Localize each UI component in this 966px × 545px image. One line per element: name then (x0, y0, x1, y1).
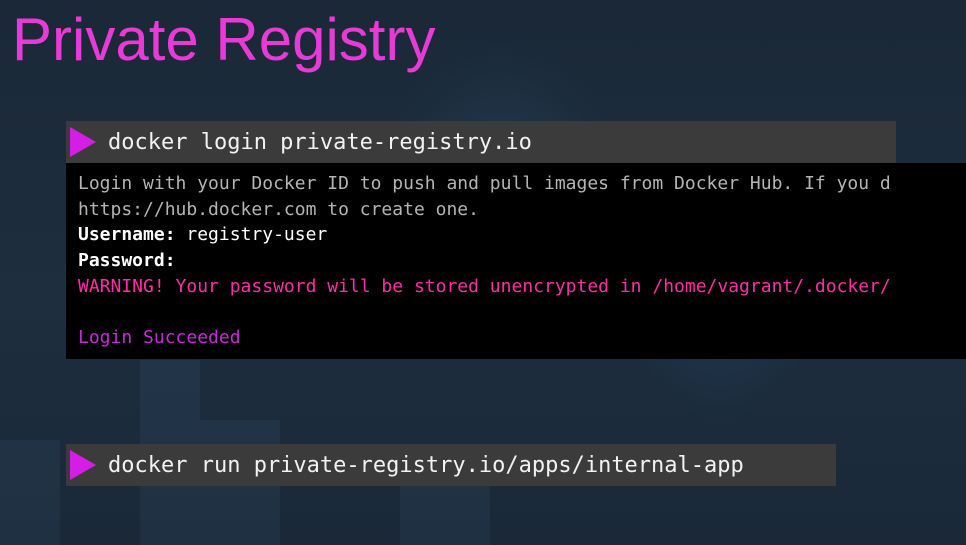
login-command-bar: docker login private-registry.io (66, 121, 896, 163)
play-triangle-icon (70, 127, 96, 157)
password-label: Password: (78, 250, 176, 272)
terminal-username-line: Username: registry-user (78, 222, 966, 248)
login-command-text: docker login private-registry.io (108, 129, 532, 155)
terminal-success-line: Login Succeeded (78, 327, 241, 349)
terminal-password-line: Password: (78, 248, 966, 274)
username-label: Username: (78, 224, 176, 246)
terminal-info-line: https://hub.docker.com to create one. (78, 198, 479, 220)
play-triangle-icon (70, 450, 96, 480)
background-building (0, 440, 60, 545)
terminal-output: Login with your Docker ID to push and pu… (66, 163, 966, 359)
background-building (400, 480, 490, 545)
terminal-warning-line: WARNING! Your password will be stored un… (78, 275, 891, 297)
username-value: registry-user (175, 224, 328, 246)
terminal-info-line: Login with your Docker ID to push and pu… (78, 173, 891, 194)
run-command-text: docker run private-registry.io/apps/inte… (108, 452, 744, 478)
run-command-bar: docker run private-registry.io/apps/inte… (66, 444, 836, 486)
slide-title: Private Registry (12, 6, 436, 73)
